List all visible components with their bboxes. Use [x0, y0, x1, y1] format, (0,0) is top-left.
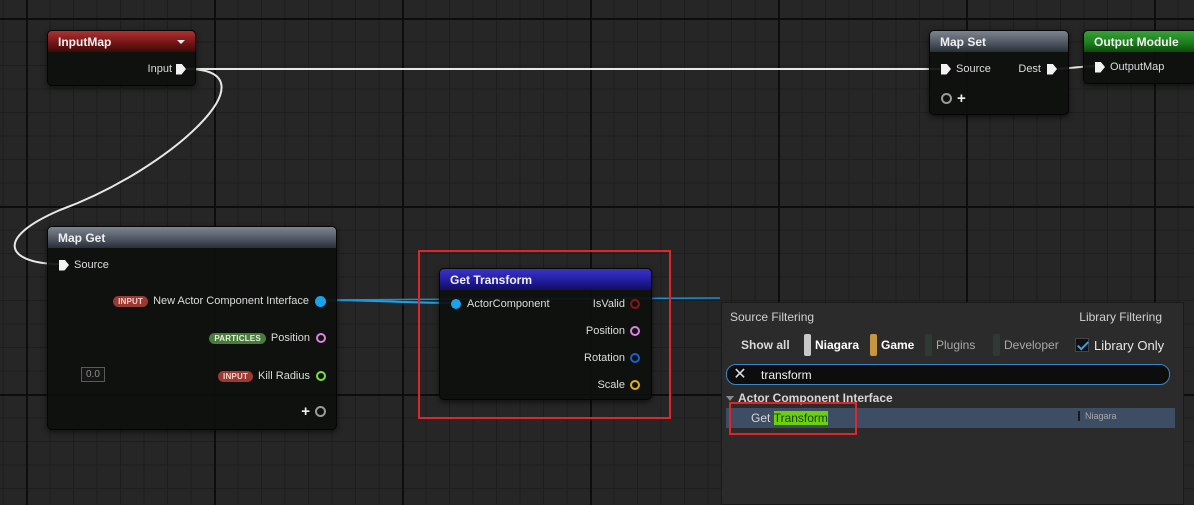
library-filtering-label: Library Filtering	[1079, 310, 1162, 324]
map-get-empty-pin-icon[interactable]	[315, 405, 326, 417]
actor-component-pin-icon[interactable]	[315, 295, 326, 307]
output-module-title: Output Module	[1094, 35, 1179, 49]
map-get-source-pin-icon[interactable]	[59, 259, 69, 271]
position-pin-icon[interactable]	[316, 333, 326, 343]
position-row: PARTICLES Position	[209, 331, 326, 345]
input-badge: INPUT	[113, 295, 149, 307]
library-only-checkbox[interactable]	[1075, 338, 1089, 352]
input-map-node[interactable]: InputMap Input	[47, 30, 196, 86]
game-swatch	[870, 334, 877, 356]
input-map-input-row: Input	[148, 62, 186, 76]
map-set-dest-pin-icon[interactable]	[1047, 63, 1057, 75]
filter-plugins-label: Plugins	[936, 338, 976, 352]
filter-show-all[interactable]: Show all	[741, 334, 790, 356]
output-map-row: OutputMap	[1095, 60, 1164, 74]
filter-game-label: Game	[881, 338, 915, 352]
map-set-empty-pin-icon[interactable]	[941, 92, 952, 104]
filter-developer[interactable]: Developer	[993, 334, 1059, 356]
clear-search-icon[interactable]: ✕	[729, 366, 751, 383]
input-map-header[interactable]: InputMap	[48, 31, 195, 52]
library-only-label: Library Only	[1094, 337, 1165, 353]
map-set-node[interactable]: Map Set Source Dest +	[929, 30, 1069, 115]
add-pin-icon[interactable]: +	[301, 403, 310, 420]
kill-radius-label: Kill Radius	[258, 370, 310, 382]
map-set-source-pin-icon[interactable]	[941, 63, 951, 75]
filter-show-all-label: Show all	[741, 338, 790, 352]
map-set-source-label: Source	[956, 63, 991, 75]
input-pin-label: Input	[147, 63, 172, 75]
map-get-source-label: Source	[74, 259, 109, 271]
library-only-toggle[interactable]: Library Only	[1075, 334, 1164, 356]
expand-arrow-icon[interactable]	[726, 395, 734, 401]
kill-radius-pin-icon[interactable]	[316, 371, 326, 381]
position-label: Position	[270, 332, 310, 344]
output-map-label: OutputMap	[1110, 61, 1165, 73]
niagara-swatch	[804, 334, 811, 356]
actor-component-label: New Actor Component Interface	[153, 295, 309, 307]
get-transform-highlight	[418, 250, 671, 419]
search-input[interactable]	[761, 367, 1141, 382]
map-set-title: Map Set	[940, 35, 987, 49]
filter-niagara-label: Niagara	[815, 338, 860, 352]
kill-radius-value-box[interactable]: 0.0	[81, 367, 105, 382]
filter-game[interactable]: Game	[870, 334, 914, 356]
result-source-label: Niagara	[1078, 411, 1117, 421]
map-get-source-row: Source	[59, 258, 109, 272]
output-module-header[interactable]: Output Module	[1084, 31, 1194, 52]
chevron-down-icon[interactable]	[177, 40, 185, 44]
map-get-header[interactable]: Map Get	[48, 227, 336, 248]
result-highlight	[729, 402, 857, 435]
filter-developer-label: Developer	[1004, 338, 1059, 352]
source-filtering-label: Source Filtering	[730, 310, 815, 324]
search-box[interactable]: ✕	[726, 364, 1170, 385]
output-map-pin-icon[interactable]	[1095, 61, 1105, 73]
map-set-header[interactable]: Map Set	[930, 31, 1068, 52]
map-set-dest-label: Dest	[1018, 63, 1041, 75]
input-badge: INPUT	[218, 370, 254, 382]
plugins-swatch	[925, 334, 932, 356]
filter-plugins[interactable]: Plugins	[925, 334, 975, 356]
filter-niagara[interactable]: Niagara	[804, 334, 859, 356]
map-set-source-row: Source	[941, 62, 991, 76]
map-set-add-pin-row: +	[941, 90, 966, 107]
map-get-title: Map Get	[58, 231, 106, 245]
map-get-add-pin-row: +	[301, 403, 326, 420]
particles-badge: PARTICLES	[209, 332, 266, 344]
actor-component-row: INPUT New Actor Component Interface	[113, 294, 326, 308]
kill-radius-row: INPUT Kill Radius	[218, 369, 326, 383]
developer-swatch	[993, 334, 1000, 356]
input-pin-icon[interactable]	[176, 63, 186, 75]
input-map-title: InputMap	[58, 35, 112, 49]
output-module-node[interactable]: Output Module OutputMap	[1083, 30, 1194, 84]
add-pin-icon[interactable]: +	[957, 90, 966, 107]
map-get-node[interactable]: Map Get Source INPUT New Actor Component…	[47, 226, 337, 430]
map-set-dest-row: Dest	[1018, 62, 1057, 76]
